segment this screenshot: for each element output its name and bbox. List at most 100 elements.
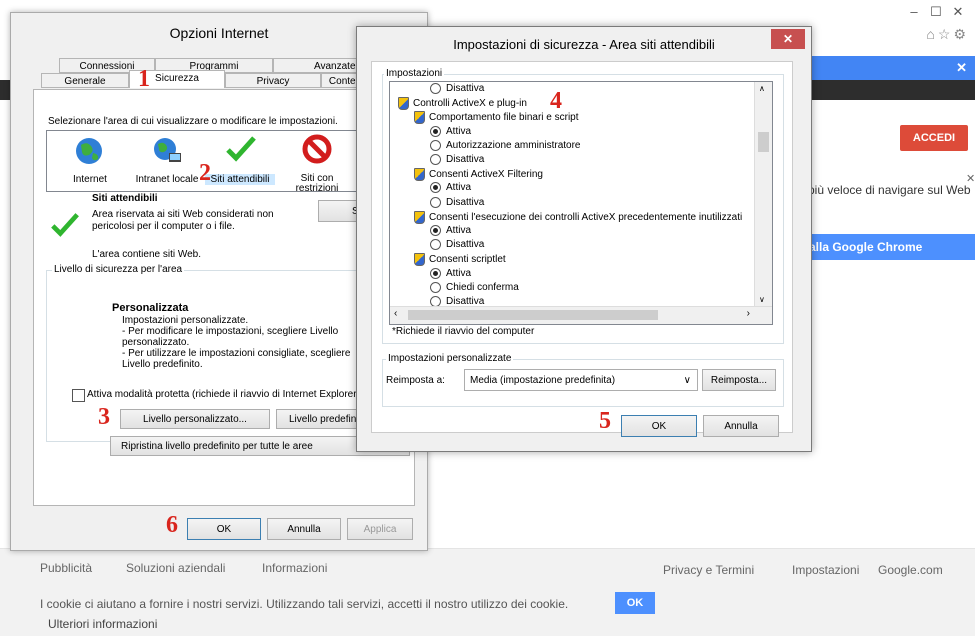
radio-button[interactable] bbox=[430, 83, 441, 94]
radio-option[interactable]: Attiva bbox=[430, 267, 472, 279]
settings-panel: Impostazioni Disattiva Controlli ActiveX … bbox=[371, 61, 793, 433]
radio-option[interactable]: Attiva bbox=[430, 182, 472, 194]
radio-option[interactable]: Autorizzazione amministratore bbox=[430, 139, 581, 151]
minimize-icon[interactable]: – bbox=[903, 4, 925, 19]
tree-category[interactable]: Controlli ActiveX e plug-in bbox=[398, 97, 527, 111]
maximize-icon[interactable]: ☐ bbox=[925, 4, 947, 20]
reset-to-label: Reimposta a: bbox=[386, 375, 445, 386]
zone-instructions: Selezionare l'area di cui visualizzare o… bbox=[48, 116, 338, 127]
tree-item-label: Consenti l'esecuzione dei controlli Acti… bbox=[429, 211, 743, 223]
radio-option[interactable]: Disattiva bbox=[430, 196, 484, 208]
settings-tree[interactable]: Disattiva Controlli ActiveX e plug-in Comp… bbox=[389, 81, 773, 325]
tree-item-label: Attiva bbox=[446, 125, 472, 137]
chrome-download-button[interactable]: alla Google Chrome bbox=[803, 234, 975, 260]
step-marker: 6 bbox=[166, 512, 178, 538]
tree-setting[interactable]: Consenti l'esecuzione dei controlli Acti… bbox=[414, 210, 743, 224]
footer-link-about[interactable]: Informazioni bbox=[262, 561, 327, 575]
restart-note: *Richiede il riavvio del computer bbox=[392, 326, 535, 337]
vertical-scrollbar[interactable]: ∧ ∨ bbox=[754, 82, 772, 324]
close-button[interactable]: ✕ bbox=[771, 29, 805, 49]
cookie-more-info-link[interactable]: Ulteriori informazioni bbox=[48, 617, 157, 631]
settings-shield-icon bbox=[414, 253, 425, 267]
promo-close-icon[interactable]: ✕ bbox=[956, 60, 967, 76]
radio-option[interactable]: Attiva bbox=[430, 225, 471, 236]
selected-zone-name: Siti attendibili bbox=[92, 193, 158, 204]
footer-link-settings[interactable]: Impostazioni bbox=[792, 563, 859, 577]
zone-internet-label[interactable]: Internet bbox=[61, 174, 119, 185]
step-marker: 2 bbox=[199, 160, 211, 186]
dialog-title: Impostazioni di sicurezza - Area siti at… bbox=[453, 37, 715, 52]
zone-trusted-label[interactable]: Siti attendibili bbox=[205, 174, 275, 185]
custom-level-button[interactable]: Livello personalizzato... bbox=[120, 409, 270, 429]
protected-mode-checkbox[interactable] bbox=[72, 389, 85, 402]
globe-icon[interactable] bbox=[73, 135, 105, 167]
scroll-down-icon[interactable]: ∨ bbox=[759, 295, 765, 304]
footer-link-privacy[interactable]: Privacy e Termini bbox=[663, 563, 754, 577]
radio-option[interactable]: Disattiva bbox=[430, 239, 485, 251]
cookie-notice: I cookie ci aiutano a fornire i nostri s… bbox=[40, 597, 569, 611]
scroll-right-icon[interactable]: › bbox=[747, 308, 750, 319]
tab-general[interactable]: Generale bbox=[41, 73, 129, 88]
radio-button[interactable] bbox=[430, 196, 441, 208]
radio-button[interactable] bbox=[430, 239, 441, 251]
promo-text: più veloce di navigare sul Web bbox=[808, 183, 971, 197]
tree-item-label: Attiva bbox=[446, 182, 472, 194]
ok-button[interactable]: OK bbox=[187, 518, 261, 540]
window-controls: – ☐ ✕ bbox=[903, 4, 969, 20]
radio-button[interactable] bbox=[430, 139, 441, 151]
step-marker: 5 bbox=[599, 408, 611, 434]
radio-button[interactable] bbox=[430, 182, 441, 194]
close-icon[interactable]: ✕ bbox=[947, 4, 969, 20]
reset-button[interactable]: Reimposta... bbox=[702, 369, 776, 391]
tree-setting[interactable]: Consenti scriptlet bbox=[414, 253, 506, 267]
zone-restricted-label[interactable]: Siti con restrizioni bbox=[283, 174, 351, 194]
radio-option[interactable]: Attiva bbox=[430, 125, 472, 137]
horizontal-scrollbar[interactable]: ‹ › bbox=[390, 306, 772, 324]
tree-item-label: Disattiva bbox=[446, 154, 485, 165]
tree-item-label: Autorizzazione amministratore bbox=[446, 139, 581, 151]
settings-shield-icon bbox=[414, 168, 425, 182]
tree-item-label: Controlli ActiveX e plug-in bbox=[413, 98, 527, 110]
step-marker: 3 bbox=[98, 404, 110, 430]
footer-link-business[interactable]: Soluzioni aziendali bbox=[126, 561, 225, 575]
tree-setting[interactable]: Consenti ActiveX Filtering bbox=[414, 168, 543, 182]
ok-button[interactable]: OK bbox=[621, 415, 697, 437]
scroll-up-icon[interactable]: ∧ bbox=[759, 84, 765, 93]
radio-option[interactable]: Chiedi conferma bbox=[430, 281, 519, 293]
settings-shield-icon bbox=[414, 111, 425, 125]
checkmark-icon[interactable] bbox=[225, 133, 257, 165]
radio-button[interactable] bbox=[430, 225, 441, 236]
reset-level-select[interactable]: Media (impostazione predefinita) ∨ bbox=[464, 369, 698, 391]
tree-item-label: Attiva bbox=[446, 267, 472, 279]
apply-button[interactable]: Applica bbox=[347, 518, 413, 540]
scroll-thumb[interactable] bbox=[758, 132, 769, 152]
footer-link-google[interactable]: Google.com bbox=[878, 563, 943, 577]
sign-in-button[interactable]: ACCEDI bbox=[900, 125, 968, 151]
radio-button[interactable] bbox=[430, 125, 441, 137]
zone-intranet-label[interactable]: Intranet locale bbox=[127, 174, 207, 185]
radio-option[interactable]: Disattiva bbox=[430, 83, 484, 94]
tab-privacy[interactable]: Privacy bbox=[225, 73, 321, 88]
cancel-button[interactable]: Annulla bbox=[703, 415, 779, 437]
scroll-thumb[interactable] bbox=[408, 310, 658, 320]
scroll-left-icon[interactable]: ‹ bbox=[394, 308, 397, 319]
radio-button[interactable] bbox=[430, 154, 441, 165]
footer-link-advertising[interactable]: Pubblicità bbox=[40, 561, 92, 575]
custom-level-desc-5: Livello predefinito. bbox=[122, 359, 203, 370]
no-entry-icon[interactable] bbox=[301, 133, 333, 165]
intranet-icon[interactable] bbox=[151, 135, 183, 167]
star-icon[interactable]: ☆ bbox=[938, 26, 954, 42]
cancel-button[interactable]: Annulla bbox=[267, 518, 341, 540]
tree-item-label: Consenti scriptlet bbox=[429, 254, 506, 266]
radio-option[interactable]: Disattiva bbox=[430, 154, 484, 165]
radio-button[interactable] bbox=[430, 281, 441, 293]
chevron-down-icon: ∨ bbox=[683, 374, 691, 386]
toolbar-icons: ⌂☆⚙ bbox=[926, 26, 969, 43]
gear-icon[interactable]: ⚙ bbox=[953, 26, 969, 42]
radio-button[interactable] bbox=[430, 267, 441, 279]
cookie-ok-button[interactable]: OK bbox=[615, 592, 655, 614]
tree-item-label: Disattiva bbox=[446, 239, 485, 251]
custom-level-desc-3: personalizzato. bbox=[122, 337, 190, 348]
step-marker: 1 bbox=[138, 66, 150, 92]
home-icon[interactable]: ⌂ bbox=[926, 26, 937, 42]
